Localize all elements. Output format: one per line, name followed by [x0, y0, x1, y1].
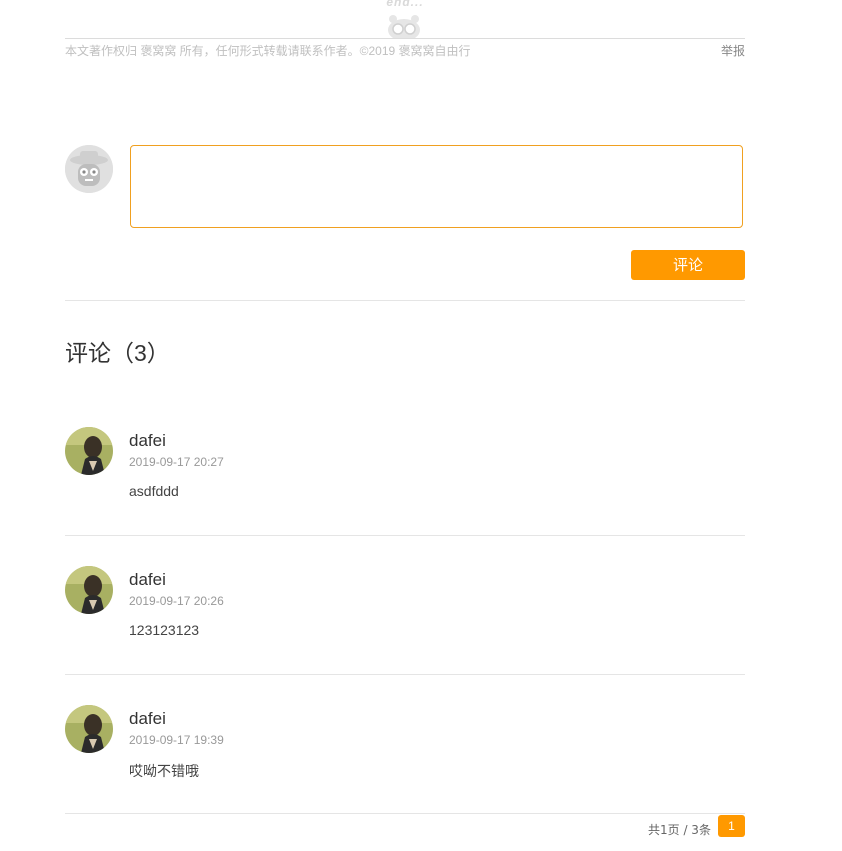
article-end-marker: end...	[65, 0, 745, 39]
comment-divider	[65, 813, 745, 814]
comment-avatar[interactable]	[65, 427, 113, 475]
current-user-avatar	[65, 145, 113, 193]
comment-divider	[65, 674, 745, 675]
user-photo-icon	[65, 427, 113, 475]
comment-item: dafei 2019-09-17 20:26 123123123	[65, 566, 745, 676]
comment-avatar[interactable]	[65, 566, 113, 614]
end-divider	[65, 38, 745, 39]
comment-time: 2019-09-17 20:27	[129, 455, 224, 469]
comment-time: 2019-09-17 19:39	[129, 733, 224, 747]
comments-heading-label: 评论	[65, 341, 111, 367]
section-divider	[65, 300, 745, 301]
comment-text: 哎呦不错哦	[129, 764, 199, 780]
comment-text: 123123123	[129, 622, 200, 638]
user-photo-icon	[65, 705, 113, 753]
comment-time: 2019-09-17 20:26	[129, 594, 224, 608]
mascot-icon	[388, 15, 420, 38]
comment-author[interactable]: dafei	[129, 570, 166, 590]
comment-author[interactable]: dafei	[129, 431, 166, 451]
copyright-notice: 本文著作权归 褒窝窝 所有，任何形式转载请联系作者。©2019 褒窝窝自由行	[65, 44, 471, 58]
default-avatar-icon	[65, 145, 113, 193]
user-photo-icon	[65, 566, 113, 614]
page-button-current[interactable]: 1	[718, 815, 745, 837]
comments-heading: 评论（3）	[65, 334, 170, 368]
end-text: end...	[386, 0, 424, 9]
comment-item: dafei 2019-09-17 20:27 asdfddd	[65, 427, 745, 537]
comment-author[interactable]: dafei	[129, 709, 166, 729]
comment-divider	[65, 535, 745, 536]
comment-avatar[interactable]	[65, 705, 113, 753]
submit-comment-button[interactable]: 评论	[631, 250, 745, 280]
page: end... 本文著作权归 褒窝窝 所有，任何形式转载请联系作者。©2019 褒…	[0, 0, 842, 851]
comment-input[interactable]	[130, 145, 743, 228]
comments-count: （3）	[111, 340, 170, 366]
comment-text: asdfddd	[129, 483, 179, 499]
report-link[interactable]: 举报	[721, 42, 745, 59]
pagination-summary: 共1页 / 3条	[648, 823, 711, 837]
comment-item: dafei 2019-09-17 19:39 哎呦不错哦	[65, 705, 745, 815]
